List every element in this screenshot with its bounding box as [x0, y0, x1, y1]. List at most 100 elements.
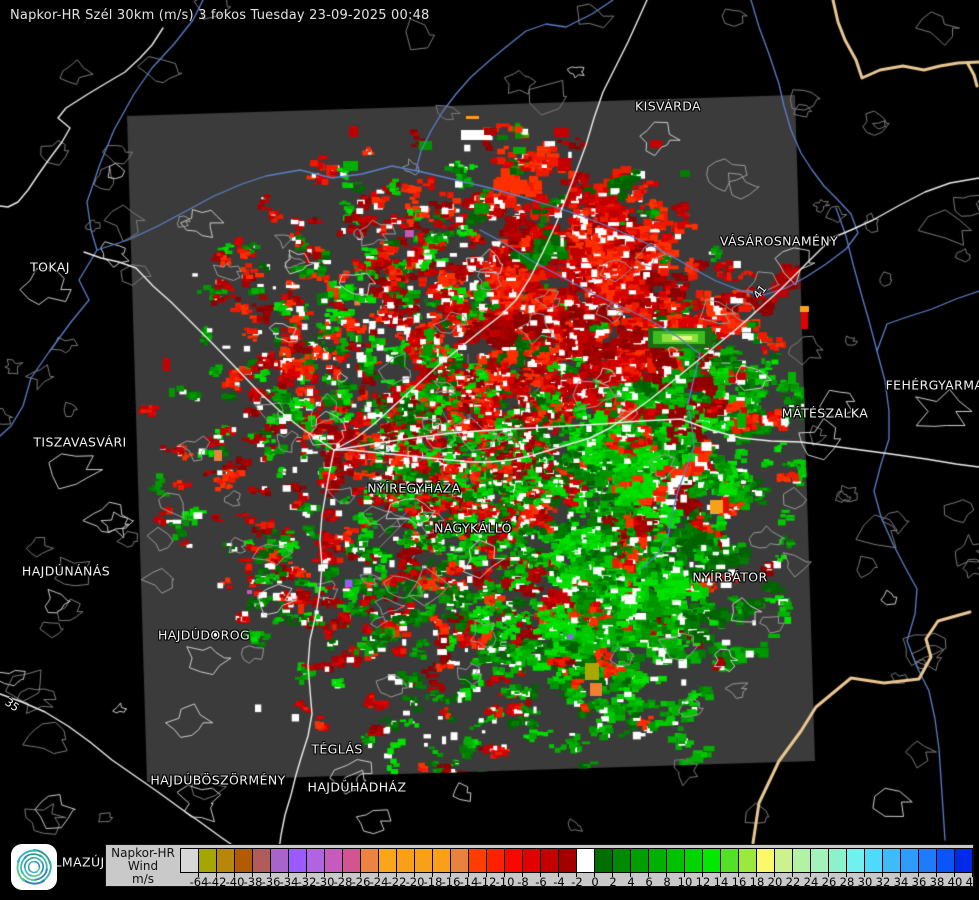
legend-tick-label: 12	[695, 875, 711, 889]
legend-tick-label: 30	[857, 875, 873, 889]
legend-tick-label: -10	[495, 875, 515, 889]
map-canvas	[0, 0, 979, 900]
legend-tick-label: -32	[297, 875, 317, 889]
legend-cell: -12	[468, 849, 496, 889]
city-label-teglas: TÉGLÁS	[311, 741, 363, 757]
legend-tick-label: 38	[929, 875, 945, 889]
legend-tick-label: 10	[677, 875, 693, 889]
legend-tick-label: 26	[821, 875, 837, 889]
legend-tick-label: 40	[947, 875, 963, 889]
city-label-hajduhadhaz: HAJDÚHADHÁZ	[307, 779, 407, 795]
legend-cell: -4	[540, 849, 565, 889]
city-label-mateszalka: MÁTÉSZALKA	[781, 405, 869, 421]
legend-cell: -14	[450, 849, 478, 889]
city-label-hajdudorog: HAJDÚDOROG	[157, 627, 251, 643]
legend-cell: 6	[630, 849, 653, 889]
radar-viewer: Napkor-HR Szél 30km (m/s) 3 fokos Tuesda…	[0, 0, 979, 900]
legend-cell: 22	[774, 849, 800, 889]
legend-cell: 18	[738, 849, 764, 889]
legend-tick-label: -12	[477, 875, 497, 889]
legend-cell: 34	[882, 849, 908, 889]
legend-tick-label: -20	[405, 875, 425, 889]
legend-tick-label: 6	[645, 875, 653, 889]
legend-cell: -30	[306, 849, 334, 889]
legend-cell: -36	[252, 849, 280, 889]
legend-caption: Napkor-HR Wind m/s	[110, 847, 176, 886]
legend-cell: 24	[792, 849, 818, 889]
legend-tick-label: -28	[333, 875, 353, 889]
legend-cell: -16	[432, 849, 460, 889]
legend-cell: -22	[378, 849, 406, 889]
legend-tick-label: -42	[207, 875, 227, 889]
city-label-nyirbator: NYÍRBÁTOR	[692, 569, 768, 585]
legend-cell: -2	[558, 849, 583, 889]
legend-tick-label: 18	[749, 875, 765, 889]
legend-cell: -20	[396, 849, 424, 889]
legend-cell: 26	[810, 849, 836, 889]
legend-tick-label: 36	[911, 875, 927, 889]
legend-cell: 30	[846, 849, 872, 889]
legend-tick-label: -14	[459, 875, 479, 889]
legend-cell: 38	[918, 849, 944, 889]
city-label-fehergyarmat: FEHÉRGYARMAT	[885, 377, 979, 393]
legend-cell: 2	[594, 849, 617, 889]
city-label-nagykallo: NAGYKÁLLÓ	[434, 520, 512, 536]
legend-cell: -26	[342, 849, 370, 889]
legend-cell: 28	[828, 849, 854, 889]
legend-panel: Napkor-HR Wind m/s -64 -42 -40 -38 -36 -34 -32…	[105, 844, 979, 889]
legend-tick-label: -36	[261, 875, 281, 889]
legend-tick-label: -30	[315, 875, 335, 889]
legend-tick-label: 0	[591, 875, 599, 889]
legend-cell: 12	[684, 849, 710, 889]
legend-cell: 0	[576, 849, 599, 889]
legend-tick-label: 8	[663, 875, 671, 889]
legend-tick-label: 24	[803, 875, 819, 889]
legend-tick-label: 20	[767, 875, 783, 889]
legend-tick-label: -2	[571, 875, 583, 889]
legend-cell: 10	[666, 849, 692, 889]
legend-cell: 36	[900, 849, 926, 889]
legend-cell: -8	[504, 849, 529, 889]
legend-tick-label: -4	[553, 875, 565, 889]
legend-tick-label: -8	[517, 875, 529, 889]
legend-tick-label: 32	[875, 875, 891, 889]
legend-tick-label: -38	[243, 875, 263, 889]
legend-tick-label: -64	[189, 875, 209, 889]
legend-cell: 42	[954, 849, 979, 889]
legend-cell: 32	[864, 849, 890, 889]
legend-cell: 40	[936, 849, 962, 889]
legend-tick-label: 16	[731, 875, 747, 889]
city-label-kisvarda: KISVÁRDA	[635, 98, 701, 114]
legend-cell: 14	[702, 849, 728, 889]
legend-tick-label: -22	[387, 875, 407, 889]
legend-tick-label: -34	[279, 875, 299, 889]
legend-tick-label: 34	[893, 875, 909, 889]
legend-cell: -34	[270, 849, 298, 889]
legend-cell: -18	[414, 849, 442, 889]
legend-cell: -24	[360, 849, 388, 889]
legend-tick-label: -18	[423, 875, 443, 889]
legend-tick-label: -16	[441, 875, 461, 889]
city-label-tiszavasvari: TISZAVASVÁRI	[33, 434, 127, 450]
legend-cell: 8	[648, 849, 671, 889]
legend-cell: -38	[234, 849, 262, 889]
legend-cell: -42	[198, 849, 226, 889]
legend-tick-label: -6	[535, 875, 547, 889]
logo-spiral-icon[interactable]	[10, 843, 58, 891]
legend-tick-label: 4	[627, 875, 635, 889]
legend-cell: 20	[756, 849, 782, 889]
legend-tick-label: 14	[713, 875, 729, 889]
legend-tick-label: -26	[351, 875, 371, 889]
legend-cell: 16	[720, 849, 746, 889]
legend-cell: -10	[486, 849, 514, 889]
legend-cell: -32	[288, 849, 316, 889]
legend-cell: -40	[216, 849, 244, 889]
city-label-hajdunanas: HAJDÚNÁNÁS	[21, 563, 111, 579]
legend-tick-label: 2	[609, 875, 617, 889]
legend-tick-label: 42	[965, 875, 979, 889]
legend-colorbar: -64 -42 -40 -38 -36 -34 -32 -30 -28 -26 -24 -22 -20-…	[180, 848, 979, 889]
legend-tick-label: 28	[839, 875, 855, 889]
city-label-nyiregyhaza: NYÍREGYHÁZA	[367, 480, 461, 496]
legend-cell: -28	[324, 849, 352, 889]
product-title: Napkor-HR Szél 30km (m/s) 3 fokos Tuesda…	[10, 8, 430, 23]
